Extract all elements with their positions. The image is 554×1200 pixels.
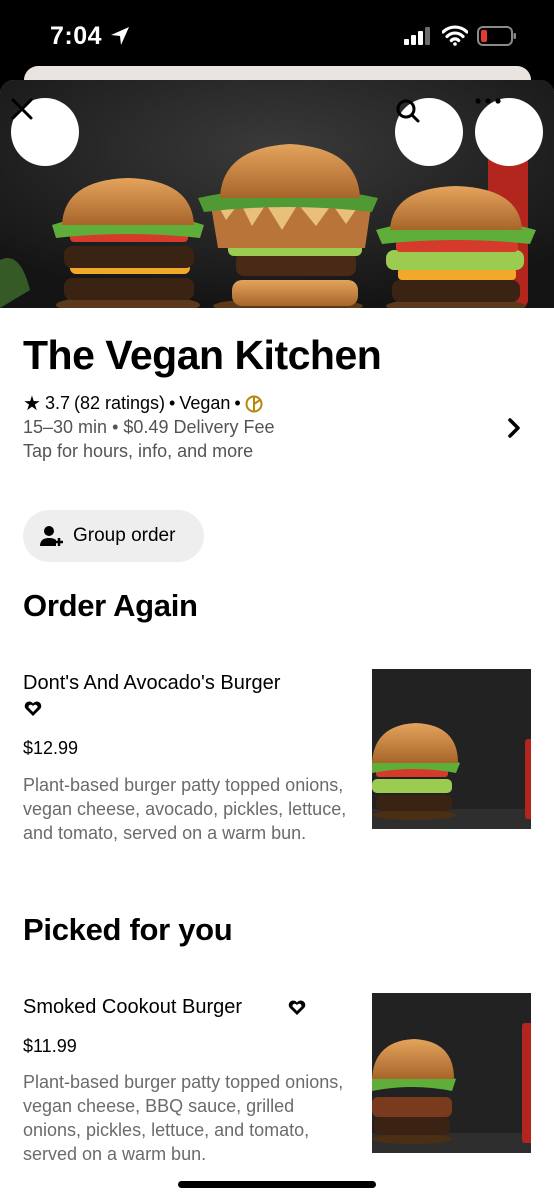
close-icon xyxy=(11,98,33,120)
home-indicator[interactable] xyxy=(178,1181,376,1188)
item-image xyxy=(372,993,531,1153)
delivery-time: 15–30 min xyxy=(23,417,108,437)
group-order-label: Group order xyxy=(73,525,176,546)
status-time: 7:04 xyxy=(50,22,103,50)
more-icon xyxy=(475,98,501,104)
separator: • xyxy=(112,417,119,437)
signal-icon xyxy=(404,27,430,45)
heart-icon xyxy=(24,701,42,716)
search-button[interactable] xyxy=(395,98,463,166)
rating-row[interactable]: ★ 3.7 (82 ratings) • Vegan • xyxy=(23,393,263,414)
group-order-button[interactable]: Group order xyxy=(23,510,204,562)
ratings-count: (82 ratings) xyxy=(73,393,166,413)
item-price: $11.99 xyxy=(23,1036,77,1056)
section-title-order-again: Order Again xyxy=(23,588,198,623)
more-options-button[interactable] xyxy=(475,98,543,166)
restaurant-name: The Vegan Kitchen xyxy=(23,332,382,378)
item-name: Dont's And Avocado's Burger xyxy=(23,672,281,694)
cuisine: Vegan xyxy=(179,393,231,413)
separator: • xyxy=(234,393,241,413)
wifi-icon xyxy=(442,25,468,46)
delivery-row[interactable]: 15–30 min • $0.49 Delivery Fee xyxy=(23,417,274,438)
item-name: Smoked Cookout Burger xyxy=(23,996,243,1018)
location-arrow-icon xyxy=(111,27,129,45)
heart-icon xyxy=(288,1000,306,1015)
section-title-picked-for-you: Picked for you xyxy=(23,912,233,947)
hero-image xyxy=(0,80,554,308)
add-person-icon xyxy=(40,526,63,546)
item-description: Plant-based burger patty topped onions, … xyxy=(23,1072,344,1164)
badge-icon xyxy=(245,395,263,412)
search-icon xyxy=(396,99,420,123)
battery-icon xyxy=(477,26,516,46)
item-image xyxy=(372,669,531,829)
separator: • xyxy=(169,393,176,413)
item-price: $12.99 xyxy=(23,738,79,758)
close-button[interactable] xyxy=(11,98,79,166)
restaurant-sheet: The Vegan Kitchen ★ 3.7 (82 ratings) • V… xyxy=(0,80,554,1200)
status-bar: 7:04 xyxy=(0,0,554,70)
delivery-fee: $0.49 Delivery Fee xyxy=(123,417,275,437)
item-description: Plant-based burger patty topped onions, … xyxy=(23,775,347,843)
star-icon: ★ xyxy=(23,392,41,415)
chevron-right-icon[interactable] xyxy=(506,416,522,440)
rating-value: 3.7 xyxy=(44,393,70,413)
info-link[interactable]: Tap for hours, info, and more xyxy=(23,441,253,462)
